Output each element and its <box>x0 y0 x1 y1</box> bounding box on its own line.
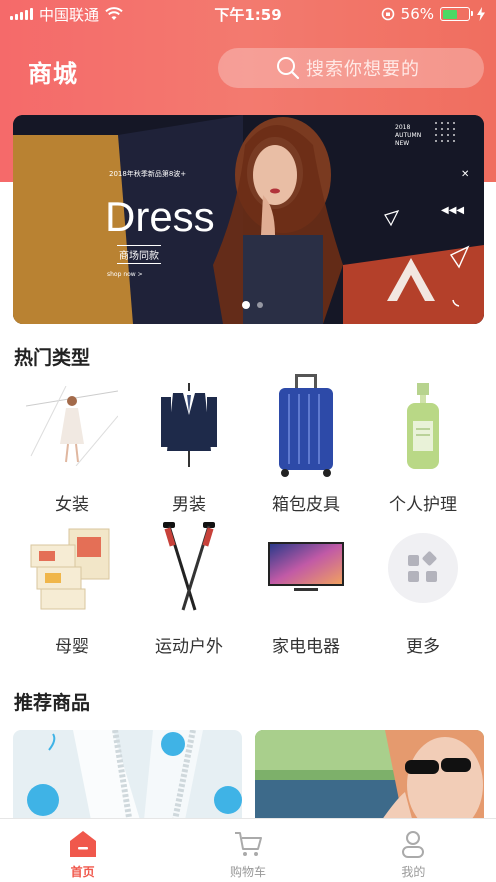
banner-headline: Dress <box>105 193 215 240</box>
banner-corner-line: NEW <box>395 140 410 147</box>
page-title: 商城 <box>28 60 78 88</box>
product-card[interactable] <box>255 730 484 830</box>
category-mens[interactable]: 男装 <box>131 378 247 515</box>
luggage-icon <box>279 374 333 477</box>
category-luggage[interactable]: 箱包皮具 <box>248 374 364 515</box>
category-more[interactable]: 更多 <box>365 520 481 657</box>
category-mother-baby[interactable]: 母婴 <box>14 520 130 657</box>
banner-corner-line: 2018 <box>395 124 411 131</box>
promo-banner[interactable]: ◀◀◀ ✕ 2018年秋季新品第8波+ Dress 商场同款 shop now … <box>13 115 484 324</box>
svg-text:◀◀◀: ◀◀◀ <box>441 205 464 216</box>
profile-icon <box>402 831 425 858</box>
mother-baby-icon <box>30 528 110 610</box>
category-womens[interactable]: 女装 <box>14 378 130 515</box>
trekking-poles-icon <box>163 522 215 611</box>
tab-label: 我的 <box>401 865 426 879</box>
banner-tagline: 2018年秋季新品第8波+ <box>109 170 187 178</box>
more-grid-icon <box>388 533 458 603</box>
banner-corner-text: 2018 AUTUMN NEW <box>395 124 421 148</box>
tab-cart[interactable]: 购物车 <box>165 819 330 882</box>
battery-percent: 56% <box>400 5 434 23</box>
tab-label: 购物车 <box>229 865 266 879</box>
charging-icon <box>477 7 485 21</box>
product-image <box>255 730 484 830</box>
tab-bar: 首页 购物车 我的 <box>0 818 496 882</box>
battery-icon <box>440 7 473 21</box>
svg-text:✕: ✕ <box>461 169 469 180</box>
status-bar: 中国联通 下午1:59 56% <box>0 0 496 28</box>
search-placeholder: 搜索你想要的 <box>306 59 420 80</box>
mens-clothing-icon <box>161 383 217 467</box>
signal-icon <box>10 8 33 20</box>
womens-clothing-icon <box>26 386 118 466</box>
category-label: 家电电器 <box>272 637 340 657</box>
hot-section-title: 热门类型 <box>14 347 91 369</box>
search-input[interactable]: 搜索你想要的 <box>218 48 484 88</box>
tab-profile[interactable]: 我的 <box>331 819 496 882</box>
shop-now-link[interactable]: shop now > <box>107 271 143 278</box>
banner-caption: 商场同款 <box>117 245 161 264</box>
category-label: 更多 <box>406 637 440 657</box>
personal-care-icon <box>407 383 439 469</box>
nav-bar: 商城 搜索你想要的 <box>0 46 496 92</box>
category-label: 母婴 <box>55 637 89 657</box>
tab-label: 首页 <box>70 865 95 879</box>
search-icon <box>277 57 300 80</box>
category-personal-care[interactable]: 个人护理 <box>365 378 481 515</box>
category-label: 男装 <box>172 495 206 515</box>
category-label: 女装 <box>55 495 89 515</box>
battery-level <box>442 9 457 19</box>
product-card[interactable] <box>13 730 242 830</box>
television-icon <box>268 542 344 591</box>
category-outdoor[interactable]: 运动户外 <box>131 520 247 657</box>
home-icon <box>69 831 96 857</box>
product-image <box>13 730 242 830</box>
wifi-icon <box>105 7 123 20</box>
category-appliances[interactable]: 家电电器 <box>248 520 364 657</box>
category-label: 个人护理 <box>389 495 457 515</box>
tab-home[interactable]: 首页 <box>0 819 165 882</box>
cart-icon <box>234 832 262 856</box>
rotation-lock-icon <box>381 7 394 21</box>
banner-corner-line: AUTUMN <box>395 132 422 139</box>
category-label: 运动户外 <box>155 637 223 657</box>
category-label: 箱包皮具 <box>272 495 340 515</box>
carrier-label: 中国联通 <box>39 5 100 24</box>
recommend-section-title: 推荐商品 <box>14 692 91 714</box>
